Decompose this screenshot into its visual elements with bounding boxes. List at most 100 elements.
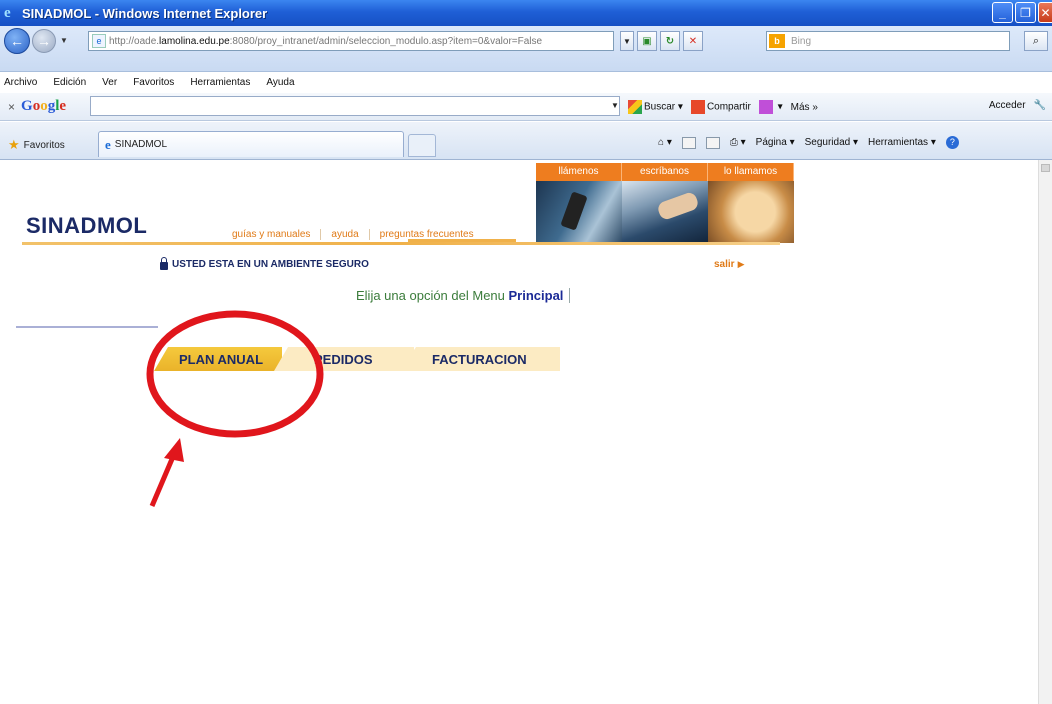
prompt-text: Elija una opción del Menu [356, 288, 505, 303]
window-controls: _ ❐ ✕ [992, 2, 1052, 23]
print-icon[interactable]: ⎙ ▾ [730, 137, 746, 148]
buscar-label: Buscar [644, 101, 676, 113]
history-dropdown-icon[interactable]: ▼ [60, 36, 68, 45]
buscar-icon [628, 100, 642, 114]
contact-banner: llámenos escríbanos lo llamamos [536, 163, 794, 243]
favorites-button[interactable]: ★ Favoritos [8, 137, 65, 153]
secure-notice: USTED ESTA EN UN AMBIENTE SEGURO [160, 257, 369, 270]
ie-icon: e [4, 5, 11, 21]
compartir-button[interactable]: Compartir [690, 100, 751, 114]
mas-button[interactable]: Más » [791, 102, 818, 113]
ayuda-link[interactable]: ayuda [321, 229, 370, 240]
minimize-button[interactable]: _ [992, 2, 1013, 23]
scroll-up-icon[interactable] [1041, 164, 1050, 172]
tab-pedidos-label: PEDIDOS [314, 351, 373, 367]
compat-view-icon[interactable]: ▣ [637, 31, 657, 51]
pagina-menu[interactable]: Página ▾ [756, 137, 795, 148]
close-toolbar-icon[interactable]: × [8, 100, 15, 114]
banner-links: llámenos escríbanos lo llamamos [536, 163, 794, 181]
active-link-underline [408, 239, 516, 242]
google-search-input[interactable] [90, 96, 620, 116]
tab-sinadmol[interactable]: e SINADMOL [98, 131, 404, 157]
wrench-icon[interactable]: 🔧 [1034, 100, 1046, 111]
tab-facturacion-label: FACTURACION [432, 351, 527, 367]
url-domain: lamolina.edu.pe [159, 35, 230, 47]
salir-label: salir [714, 259, 735, 270]
banner-photos [536, 181, 794, 243]
menu-edicion[interactable]: Edición [53, 77, 86, 93]
tab-pedidos[interactable]: PEDIDOS [274, 347, 414, 371]
phone-photo [536, 181, 622, 243]
command-bar: ⌂ ▾ ⎙ ▾ Página ▾ Seguridad ▾ Herramienta… [658, 136, 959, 149]
url-rest: :8080/proy_intranet/admin/seleccion_modu… [229, 35, 543, 47]
herramientas-label: Herramientas [868, 137, 929, 148]
wand-button[interactable]: ▾ [758, 100, 783, 114]
llamenos-link[interactable]: llámenos [536, 163, 622, 181]
feeds-icon[interactable] [681, 136, 696, 149]
brand-logo: SINADMOL [26, 213, 148, 238]
home-icon[interactable]: ⌂ ▾ [658, 137, 672, 148]
google-tools: Buscar ▾ Compartir ▾ Más » [628, 100, 818, 114]
left-divider [16, 326, 158, 328]
refresh-icon[interactable]: ↻ [660, 31, 680, 51]
menu-bar: Archivo Edición Ver Favoritos Herramient… [0, 77, 295, 93]
wand-icon [758, 100, 773, 114]
google-right: Acceder 🔧 [989, 100, 1046, 111]
window-title: SINADMOL - Windows Internet Explorer [22, 5, 268, 21]
keyboard-photo [622, 181, 708, 243]
google-search-dropdown-icon[interactable]: ▼ [608, 96, 622, 116]
compartir-label: Compartir [706, 101, 751, 113]
close-button[interactable]: ✕ [1038, 2, 1052, 23]
tab-plan-anual-label: PLAN ANUAL [179, 351, 264, 367]
header-divider [22, 242, 780, 245]
menu-ayuda[interactable]: Ayuda [266, 77, 294, 93]
stop-icon[interactable]: ✕ [683, 31, 703, 51]
address-input[interactable]: e http://oade. lamolina.edu.pe:8080/proy_… [88, 31, 614, 51]
page-icon: e [92, 34, 106, 48]
vertical-scrollbar[interactable] [1038, 160, 1052, 704]
mail-icon[interactable] [705, 136, 720, 149]
favorites-row: ★ Favoritos e SINADMOL ⌂ ▾ ⎙ ▾ Página ▾ … [0, 122, 1052, 160]
menu-archivo[interactable]: Archivo [4, 77, 37, 93]
menu-favoritos[interactable]: Favoritos [133, 77, 174, 93]
maximize-button[interactable]: ❐ [1015, 2, 1036, 23]
ie-tab-icon: e [105, 136, 111, 152]
back-button[interactable]: ← [4, 28, 30, 54]
tab-facturacion[interactable]: FACTURACION [400, 347, 560, 371]
favorites-label: Favoritos [23, 139, 65, 151]
search-icon[interactable]: ⌕ [1024, 31, 1048, 51]
new-tab-button[interactable] [408, 134, 436, 157]
forward-button[interactable]: → [32, 29, 56, 53]
woman-photo [708, 181, 794, 243]
bing-icon: b [769, 34, 785, 48]
seguridad-menu[interactable]: Seguridad ▾ [805, 137, 858, 148]
salir-link[interactable]: salir ▶ [714, 259, 745, 270]
escribanos-link[interactable]: escríbanos [622, 163, 708, 181]
search-input[interactable]: b Bing [766, 31, 1010, 51]
menu-ver[interactable]: Ver [102, 77, 117, 93]
menu-prompt: Elija una opción del Menu Principal [356, 288, 571, 303]
help-icon[interactable]: ? [945, 136, 959, 149]
herramientas-menu[interactable]: Herramientas ▾ [868, 137, 936, 148]
address-row: ← → ▼ e http://oade. lamolina.edu.pe:8080… [0, 26, 1052, 72]
star-icon: ★ [8, 137, 20, 152]
lo-llamamos-link[interactable]: lo llamamos [708, 163, 794, 181]
title-bar: e SINADMOL - Windows Internet Explorer _… [0, 0, 1052, 26]
page-content: llámenos escríbanos lo llamamos SINADMOL… [0, 160, 1038, 704]
share-icon [690, 100, 705, 114]
module-tabs: PLAN ANUAL PEDIDOS FACTURACION [154, 347, 560, 371]
guias-link[interactable]: guías y manuales [232, 229, 322, 240]
url-prefix: http://oade. [109, 35, 160, 47]
url-controls: ▼ ▣ ↻ ✕ [620, 31, 703, 51]
url-dropdown-icon[interactable]: ▼ [620, 31, 634, 51]
buscar-button[interactable]: Buscar ▾ [628, 100, 683, 114]
secure-text: USTED ESTA EN UN AMBIENTE SEGURO [172, 259, 369, 270]
google-logo: Google [21, 98, 67, 114]
arrow-right-icon: ▶ [737, 259, 745, 269]
acceder-button[interactable]: Acceder [989, 100, 1026, 111]
seguridad-label: Seguridad [804, 137, 851, 148]
prompt-bold: Principal [508, 288, 564, 303]
menu-herramientas[interactable]: Herramientas [190, 77, 250, 93]
search-placeholder: Bing [791, 35, 812, 47]
tab-plan-anual[interactable]: PLAN ANUAL [154, 347, 282, 371]
